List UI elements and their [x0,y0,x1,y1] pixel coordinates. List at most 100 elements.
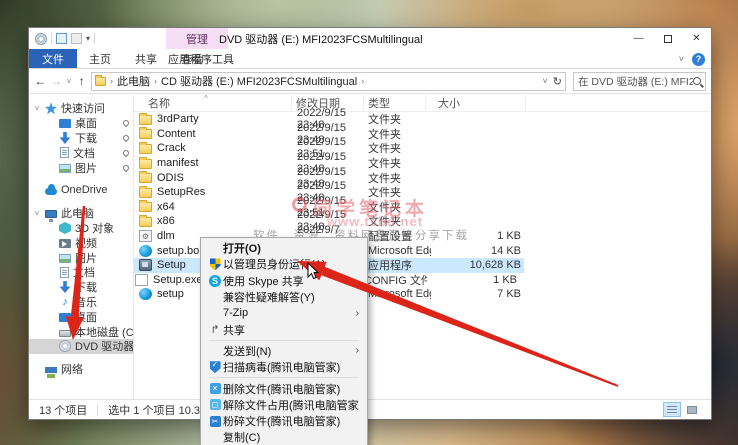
sidebar-item-videos[interactable]: 视频 [29,235,133,250]
sidebar-item-pictures-pc[interactable]: 图片 [29,250,133,265]
details-view-button[interactable] [663,402,681,417]
folder-icon [139,214,152,227]
menu-item-open[interactable]: 打开(O) [201,240,367,256]
file-row[interactable]: ODIS 2022/9/15 23:48 文件夹 [134,166,711,190]
edge-file-icon [139,244,152,257]
unlock-file-icon: ◻ [209,399,221,411]
address-bar[interactable]: › 此电脑 › CD 驱动器 (E:) MFI2023FCSMultilingu… [91,71,566,91]
menu-item-troubleshoot-compatibility[interactable]: 兼容性疑难解答(Y) [201,289,367,305]
window-title: DVD 驱动器 (E:) MFI2023FCSMultilingual [219,33,423,46]
breadcrumb-separator: › [154,76,157,86]
menu-item-run-as-admin[interactable]: 以管理员身份运行(A) [201,256,367,272]
dvd-drive-icon [35,32,47,45]
document-icon [60,147,69,159]
sidebar-item-downloads[interactable]: 下载 [29,131,133,146]
menu-item-share-skype[interactable]: S 使用 Skype 共享 [201,273,367,289]
file-row[interactable]: x86 2022/9/15 23:48 文件夹 [134,209,711,233]
sidebar-item-music[interactable]: ♪ 音乐 [29,295,133,310]
document-icon [60,266,69,278]
sidebar-item-pictures[interactable]: 图片 [29,160,133,175]
sidebar-item-documents-pc[interactable]: 文档 [29,265,133,280]
local-disk-icon [59,329,71,337]
submenu-arrow-icon: › [355,307,359,319]
quick-access-toolbar: ▾ [29,32,96,45]
menu-item-scan-virus[interactable]: 扫描病毒(腾讯电脑管家) [201,359,367,375]
help-icon[interactable]: ? [692,52,705,66]
sidebar-item-local-disk-c[interactable]: 本地磁盘 (C:) [29,324,133,339]
sidebar-onedrive[interactable]: OneDrive [29,183,133,198]
folder-icon [139,112,152,125]
uac-shield-icon [209,258,221,271]
menu-item-unlock-file[interactable]: ◻ 解除文件占用(腾讯电脑管家) [201,397,367,413]
chevron-down-icon[interactable]: ˅ [33,104,41,113]
refresh-icon[interactable]: ↻ [553,75,562,88]
close-button[interactable]: ✕ [682,28,711,49]
sidebar-item-dvd-drive[interactable]: DVD 驱动器 (E:) M [29,338,133,354]
properties-button[interactable] [56,33,67,44]
breadcrumb-this-pc[interactable]: 此电脑 [117,73,150,89]
ribbon-tabs: 文件 主页 共享 查看 应用程序工具 ˅ ? [29,49,711,69]
breadcrumb-separator: › [110,76,113,86]
pin-icon [121,133,131,143]
column-header-type[interactable]: 类型 [364,95,426,111]
menu-item-copy[interactable]: 复制(C) [201,429,367,445]
search-placeholder: 在 DVD 驱动器 (E:) MFI202... [578,75,693,88]
item-count: 13 个项目 [39,404,88,417]
new-folder-button[interactable] [71,33,82,44]
thumbnail-view-button[interactable] [683,402,701,417]
divider [97,403,99,416]
sidebar-item-3d-objects[interactable]: 3D 对象 [29,221,133,236]
sidebar-item-desktop[interactable]: 桌面 [29,116,133,131]
menu-separator [209,339,359,341]
navigation-bar: ← → ˅ ↑ › 此电脑 › CD 驱动器 (E:) MFI2023FCSMu… [29,69,711,94]
sidebar-item-documents[interactable]: 文档 [29,145,133,160]
file-row[interactable]: Crack 2022/9/15 23:51 文件夹 [134,136,711,160]
recent-locations-dropdown[interactable]: ˅ [66,77,72,86]
divider [51,33,52,44]
search-icon [693,77,701,85]
pin-icon [121,163,131,172]
breadcrumb-separator: › [361,76,365,86]
tab-application-tools[interactable]: 应用程序工具 [156,49,246,69]
maximize-button[interactable] [653,28,682,49]
skype-icon: S [209,274,221,287]
expand-ribbon-icon[interactable]: ˅ [679,54,684,64]
maximize-icon [663,34,672,43]
breadcrumb: 此电脑 › CD 驱动器 (E:) MFI2023FCSMultilingual… [117,73,364,89]
folder-icon [139,141,152,154]
menu-item-send-to[interactable]: 发送到(N) › [201,343,367,359]
chevron-down-icon[interactable]: ˅ [33,209,41,218]
folder-icon [139,156,152,169]
menu-item-delete-file[interactable]: ✕ 删除文件(腾讯电脑管家) [201,380,367,396]
menu-item-share[interactable]: ↱ 共享 [201,321,367,337]
address-dropdown-icon[interactable]: ˅ [543,76,548,86]
customize-qat-dropdown[interactable]: ▾ [86,34,90,43]
menu-item-shred-file[interactable]: ✂ 粉碎文件(腾讯电脑管家) [201,413,367,429]
sidebar-this-pc[interactable]: ˅ 此电脑 [29,206,133,222]
tab-file[interactable]: 文件 [29,49,77,68]
minimize-button[interactable]: — [624,28,653,49]
file-row[interactable]: SetupRes 2022/9/15 23:48 文件夹 [134,180,711,204]
dvd-drive-icon [59,340,71,353]
column-header-size[interactable]: 大小 [426,95,526,111]
file-row[interactable]: Content 2022/9/15 23:48 文件夹 [134,122,711,146]
search-box[interactable]: 在 DVD 驱动器 (E:) MFI202... [573,71,706,91]
forward-button[interactable]: → [50,74,63,88]
sidebar-item-downloads-pc[interactable]: 下载 [29,280,133,295]
file-row[interactable]: x64 2022/9/15 23:51 文件夹 [134,195,711,219]
menu-item-7zip[interactable]: 7-Zip › [201,305,367,321]
column-header-name[interactable]: ˄ 名称 [134,95,292,111]
folder-icon [139,127,152,140]
back-button[interactable]: ← [34,74,47,88]
file-row[interactable]: 3rdParty 2022/9/15 23:48 文件夹 [134,107,711,131]
sidebar-network[interactable]: 网络 [29,362,133,379]
download-icon [59,281,71,294]
sidebar-item-desktop-pc[interactable]: 桌面 [29,309,133,324]
sidebar-quick-access[interactable]: ˅ 快速访问 [29,101,133,116]
file-row[interactable]: manifest 2022/9/15 23:48 文件夹 [134,151,711,175]
tab-home[interactable]: 主页 [77,49,123,68]
breadcrumb-current[interactable]: CD 驱动器 (E:) MFI2023FCSMultilingual [161,73,357,89]
pin-icon [121,118,131,128]
navigation-pane: ˅ 快速访问 桌面 下载 文档 图片 OneDrive ˅ 此电脑 3D 对象 视频… [29,95,134,399]
up-button[interactable]: ↑ [75,74,88,88]
